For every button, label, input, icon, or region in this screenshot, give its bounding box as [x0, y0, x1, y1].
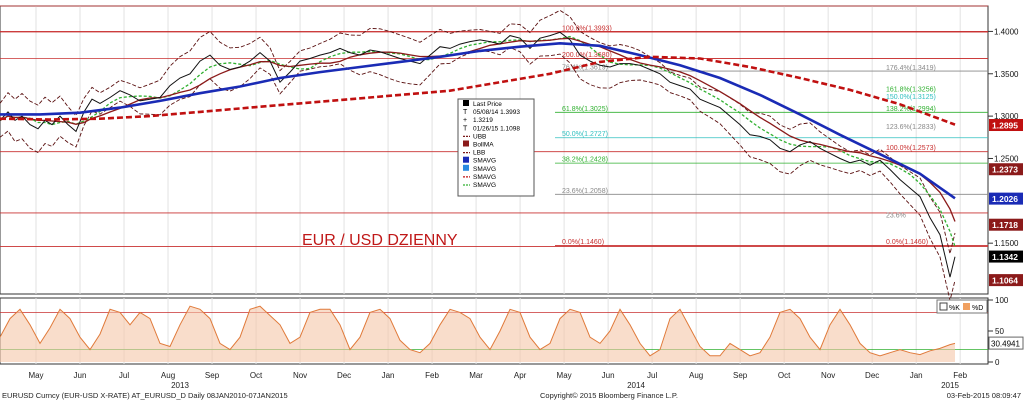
x-tick-label: Aug — [161, 371, 175, 380]
x-tick-label: Feb — [953, 371, 967, 380]
fib2-label: 150.0%(1.3125) — [886, 94, 936, 101]
fib-label: 100.0%(1.3993) — [562, 26, 612, 33]
price-label: 1.1718 — [992, 220, 1018, 230]
legend-swatch — [463, 100, 469, 106]
x-tick-label: Apr — [514, 371, 527, 380]
fib-label: 38.2%(1.2428) — [562, 157, 608, 164]
legend-label: SMAVG — [473, 182, 496, 189]
legend-swatch: T — [463, 125, 468, 132]
legend-swatch: T — [463, 109, 468, 116]
fib2-label: 100.0%(1.2573) — [886, 145, 936, 152]
legend-label: SMAVG — [473, 174, 496, 181]
legend-label: UBB — [473, 133, 486, 140]
x-tick-label: Dec — [337, 371, 351, 380]
y-axis-ticks: 1.40001.35001.30001.25001.1500 — [988, 27, 1019, 248]
fib2-label: 23.6% — [886, 213, 906, 220]
fib-label: 0.0%(1.1460) — [562, 239, 604, 246]
fib2-label: 0.0%(1.1460) — [886, 239, 928, 246]
legend-label: BollMA — [473, 142, 494, 149]
price-labels: 1.2895 1.2373 1.2026 1.1718 1.1342 1.1064 — [989, 119, 1023, 287]
x-year-label: 2014 — [627, 381, 645, 390]
legend-label: 01/26/15 1.1098 — [473, 125, 520, 132]
legend-swatch — [463, 140, 469, 147]
chart-legend[interactable]: Last Price T 05/08/14 1.3993 + 1.3219 T 01/26/… — [457, 98, 535, 197]
x-tick-label: Jun — [602, 371, 615, 380]
d-label: %D — [972, 305, 983, 312]
footer-left: EURUSD Curncy (EUR-USD X-RATE) AT_EURUSD… — [2, 391, 288, 400]
legend-label: SMAVG — [473, 158, 496, 165]
x-tick-label: Dec — [865, 371, 879, 380]
x-tick-label: Nov — [293, 371, 307, 380]
x-tick-label: Jan — [910, 371, 923, 380]
legend-label: Last Price — [473, 101, 502, 108]
x-tick-label: Sep — [733, 371, 748, 380]
x-axis: May Jun Jul Aug Sep Oct Nov Dec Jan Feb Mar Apr May J… — [28, 371, 967, 390]
x-year-label: 2013 — [171, 381, 189, 390]
osc-y-tick-label: 100 — [995, 296, 1009, 305]
y-tick-label: 1.1500 — [994, 239, 1019, 248]
x-tick-label: Aug — [689, 371, 703, 380]
price-label: 1.2373 — [992, 165, 1018, 175]
x-tick-label: Jun — [74, 371, 87, 380]
fib2-label: 123.6%(1.2833) — [886, 124, 936, 131]
k-label: %K — [949, 305, 960, 312]
x-tick-label: Jul — [119, 371, 129, 380]
price-label: 1.2026 — [992, 194, 1018, 204]
price-label: 1.1064 — [992, 276, 1018, 286]
footer-center: Copyright© 2015 Bloomberg Finance L.P. — [540, 391, 678, 400]
x-tick-label: May — [557, 371, 572, 380]
osc-y-tick-label: 50 — [995, 327, 1004, 336]
chart-title: EUR / USD DZIENNY — [302, 232, 458, 249]
x-year-label: 2015 — [941, 381, 959, 390]
fib-label: 200.0%(1.3680) — [562, 52, 612, 59]
x-tick-label: Nov — [821, 371, 835, 380]
x-tick-label: Mar — [469, 371, 483, 380]
x-tick-label: Oct — [778, 371, 791, 380]
chart-canvas: 100.0%(1.3993)200.0%(1.3680)76.4%(1.3619… — [0, 5, 1024, 400]
legend-swatch — [463, 164, 469, 171]
d-swatch — [963, 303, 970, 310]
price-label: 1.2895 — [992, 121, 1018, 131]
fib-label: 61.8%(1.3025) — [562, 106, 608, 113]
fib2-label: 161.8%(1.3256) — [886, 86, 936, 93]
fib-label: 50.0%(1.2727) — [562, 131, 608, 138]
x-tick-label: Oct — [250, 371, 263, 380]
legend-label: 05/08/14 1.3993 — [473, 109, 520, 116]
x-tick-label: Feb — [425, 371, 439, 380]
legend-label: SMAVG — [473, 166, 496, 173]
price-label: 1.1342 — [992, 252, 1018, 262]
chart-window: 100.0%(1.3993) 200.0%(1.3680) 76.4%(1.3619… — [0, 0, 1024, 401]
legend-label: 1.3219 — [473, 117, 493, 124]
k-swatch — [939, 302, 948, 311]
fib-label: 23.6%(1.2058) — [562, 188, 608, 195]
legend-swatch: + — [463, 117, 467, 124]
oscillator-legend[interactable]: %K %D — [936, 299, 988, 314]
y-tick-label: 1.4000 — [994, 27, 1019, 36]
legend-swatch — [463, 156, 469, 163]
y-tick-label: 1.3500 — [994, 70, 1019, 79]
x-tick-label: Jul — [647, 371, 657, 380]
fib2-label: 176.4%(1.3419) — [886, 65, 936, 72]
x-tick-label: Sep — [205, 371, 220, 380]
osc-last-value: 30.4941 — [991, 340, 1020, 349]
legend-label: LBB — [473, 150, 485, 157]
x-tick-label: Jan — [382, 371, 395, 380]
osc-y-tick-label: 0 — [995, 358, 1000, 367]
footer-right: 03-Feb-2015 08:09:47 — [947, 391, 1021, 400]
x-tick-label: May — [28, 371, 43, 380]
y-tick-label: 1.2500 — [994, 154, 1019, 163]
